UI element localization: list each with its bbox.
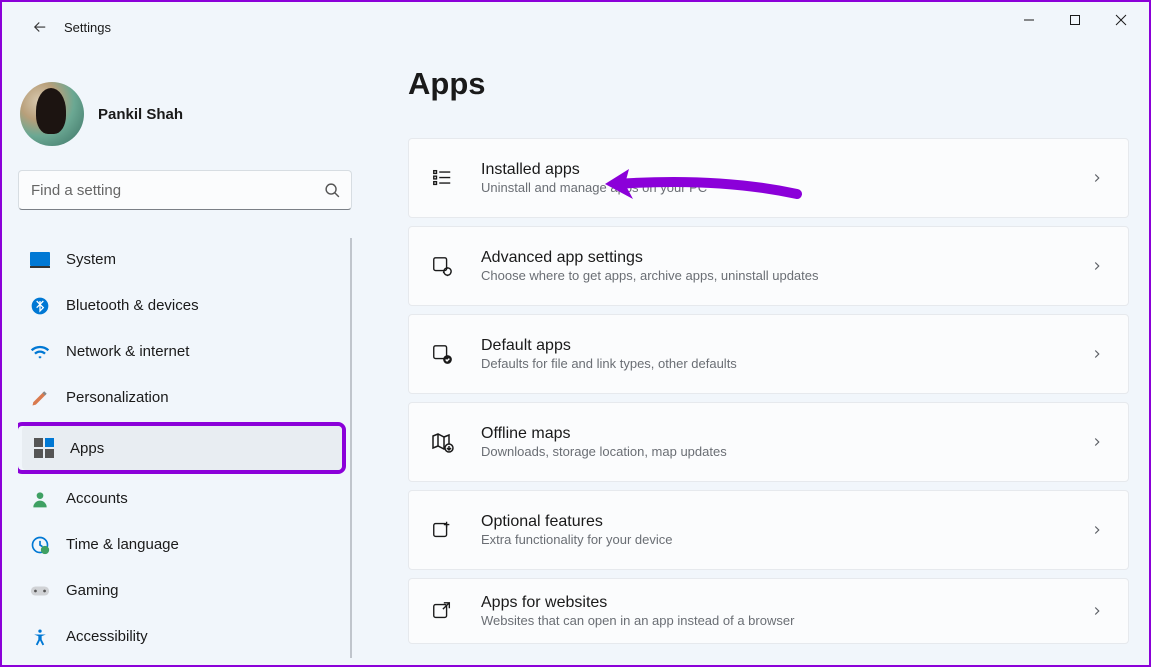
- card-title: Installed apps: [481, 161, 1090, 179]
- minimize-button[interactable]: [1006, 2, 1052, 38]
- app-title: Settings: [64, 20, 111, 35]
- card-desc: Downloads, storage location, map updates: [481, 444, 1090, 459]
- close-icon: [1115, 14, 1127, 26]
- card-title: Advanced app settings: [481, 249, 1090, 267]
- window-controls: [1006, 2, 1144, 38]
- card-installed-apps[interactable]: Installed apps Uninstall and manage apps…: [408, 138, 1129, 218]
- sidebar-item-label: Accessibility: [66, 628, 148, 645]
- search-box[interactable]: [18, 170, 352, 210]
- app-gear-icon: [429, 253, 455, 279]
- sidebar-item-accounts[interactable]: Accounts: [18, 477, 346, 520]
- app-link-icon: [429, 598, 455, 624]
- sidebar-item-system[interactable]: System: [18, 238, 346, 281]
- maximize-button[interactable]: [1052, 2, 1098, 38]
- titlebar: Settings: [2, 2, 1149, 52]
- chevron-right-icon: [1090, 347, 1104, 361]
- card-apps-for-websites[interactable]: Apps for websites Websites that can open…: [408, 578, 1129, 644]
- list-icon: [429, 165, 455, 191]
- sidebar-item-time-language[interactable]: Time & language: [18, 523, 346, 566]
- card-advanced-app-settings[interactable]: Advanced app settings Choose where to ge…: [408, 226, 1129, 306]
- sidebar-item-label: Gaming: [66, 582, 119, 599]
- sidebar-item-label: Personalization: [66, 389, 169, 406]
- sidebar-item-personalization[interactable]: Personalization: [18, 376, 346, 419]
- highlight-annotation: Apps: [18, 422, 346, 474]
- app-check-icon: [429, 341, 455, 367]
- card-desc: Uninstall and manage apps on your PC: [481, 180, 1090, 195]
- card-optional-features[interactable]: Optional features Extra functionality fo…: [408, 490, 1129, 570]
- nav-list: System Bluetooth & devices Network & int…: [18, 238, 352, 658]
- wifi-icon: [30, 342, 50, 362]
- user-name: Pankil Shah: [98, 106, 183, 123]
- sidebar-item-gaming[interactable]: Gaming: [18, 569, 346, 612]
- app-plus-icon: [429, 517, 455, 543]
- search-input[interactable]: [31, 182, 324, 199]
- map-download-icon: [429, 429, 455, 455]
- brush-icon: [30, 388, 50, 408]
- chevron-right-icon: [1090, 435, 1104, 449]
- card-title: Default apps: [481, 337, 1090, 355]
- sidebar-item-label: Network & internet: [66, 343, 189, 360]
- back-button[interactable]: [22, 9, 58, 45]
- bluetooth-icon: [30, 296, 50, 316]
- card-desc: Choose where to get apps, archive apps, …: [481, 268, 1090, 283]
- sidebar-item-label: System: [66, 251, 116, 268]
- card-desc: Extra functionality for your device: [481, 532, 1090, 547]
- content: Apps Installed apps Uninstall and manage…: [368, 52, 1149, 665]
- card-list: Installed apps Uninstall and manage apps…: [408, 138, 1129, 644]
- search-icon: [324, 182, 341, 199]
- sidebar-item-label: Apps: [70, 440, 104, 457]
- card-desc: Defaults for file and link types, other …: [481, 356, 1090, 371]
- sidebar-item-label: Bluetooth & devices: [66, 297, 199, 314]
- page-title: Apps: [408, 66, 1129, 102]
- card-default-apps[interactable]: Default apps Defaults for file and link …: [408, 314, 1129, 394]
- sidebar-item-apps[interactable]: Apps: [22, 426, 342, 470]
- person-icon: [30, 489, 50, 509]
- sidebar-item-label: Accounts: [66, 490, 128, 507]
- user-account-row[interactable]: Pankil Shah: [18, 74, 352, 170]
- sidebar: Pankil Shah System Bluetooth & devices: [2, 52, 368, 665]
- gamepad-icon: [30, 581, 50, 601]
- minimize-icon: [1023, 14, 1035, 26]
- apps-icon: [34, 438, 54, 458]
- close-button[interactable]: [1098, 2, 1144, 38]
- avatar: [20, 82, 84, 146]
- sidebar-item-bluetooth-devices[interactable]: Bluetooth & devices: [18, 284, 346, 327]
- card-offline-maps[interactable]: Offline maps Downloads, storage location…: [408, 402, 1129, 482]
- sidebar-item-network-internet[interactable]: Network & internet: [18, 330, 346, 373]
- card-title: Offline maps: [481, 425, 1090, 443]
- sidebar-item-accessibility[interactable]: Accessibility: [18, 615, 346, 658]
- accessibility-icon: [30, 627, 50, 647]
- card-title: Optional features: [481, 513, 1090, 531]
- system-icon: [30, 250, 50, 270]
- maximize-icon: [1069, 14, 1081, 26]
- card-desc: Websites that can open in an app instead…: [481, 613, 1090, 628]
- clock-globe-icon: [30, 535, 50, 555]
- sidebar-item-label: Time & language: [66, 536, 179, 553]
- card-title: Apps for websites: [481, 594, 1090, 612]
- arrow-left-icon: [31, 18, 49, 36]
- chevron-right-icon: [1090, 523, 1104, 537]
- chevron-right-icon: [1090, 259, 1104, 273]
- chevron-right-icon: [1090, 171, 1104, 185]
- chevron-right-icon: [1090, 604, 1104, 618]
